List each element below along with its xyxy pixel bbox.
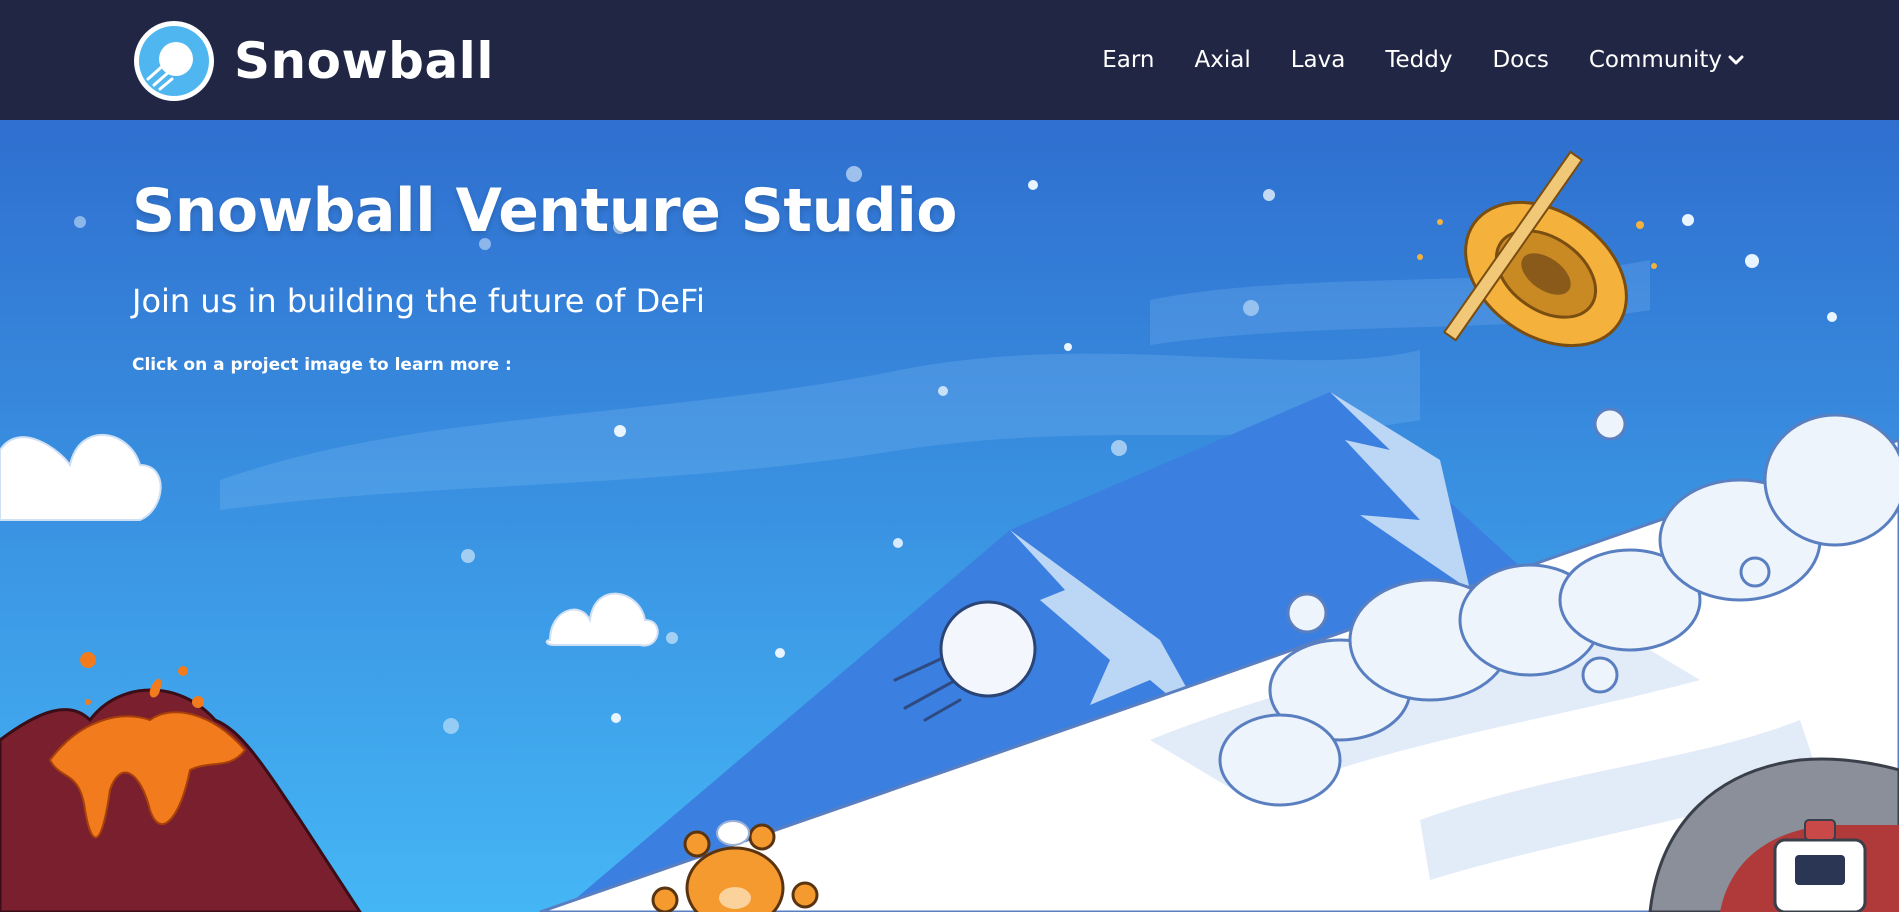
nav-link-lava[interactable]: Lava xyxy=(1291,47,1346,73)
nav-link-earn[interactable]: Earn xyxy=(1102,47,1154,73)
nav-link-axial[interactable]: Axial xyxy=(1194,47,1250,73)
nav-link-docs[interactable]: Docs xyxy=(1492,47,1548,73)
snowball-logo-icon xyxy=(134,21,214,101)
nav-dropdown-community[interactable]: Community xyxy=(1589,47,1744,73)
hero-subtitle: Join us in building the future of DeFi xyxy=(132,282,705,320)
main-menu: Earn Axial Lava Teddy Docs Community xyxy=(1102,0,1744,120)
top-nav-bar: Snowball Earn Axial Lava Teddy Docs Comm… xyxy=(0,0,1899,120)
nav-dropdown-community-label: Community xyxy=(1588,47,1722,73)
hero-hint: Click on a project image to learn more : xyxy=(132,355,512,375)
chevron-down-icon xyxy=(1728,55,1744,65)
brand-name: Snowball xyxy=(234,32,494,90)
hero-title: Snowball Venture Studio xyxy=(132,176,958,246)
brand-logo[interactable]: Snowball xyxy=(132,19,494,103)
nav-link-teddy[interactable]: Teddy xyxy=(1385,47,1452,73)
